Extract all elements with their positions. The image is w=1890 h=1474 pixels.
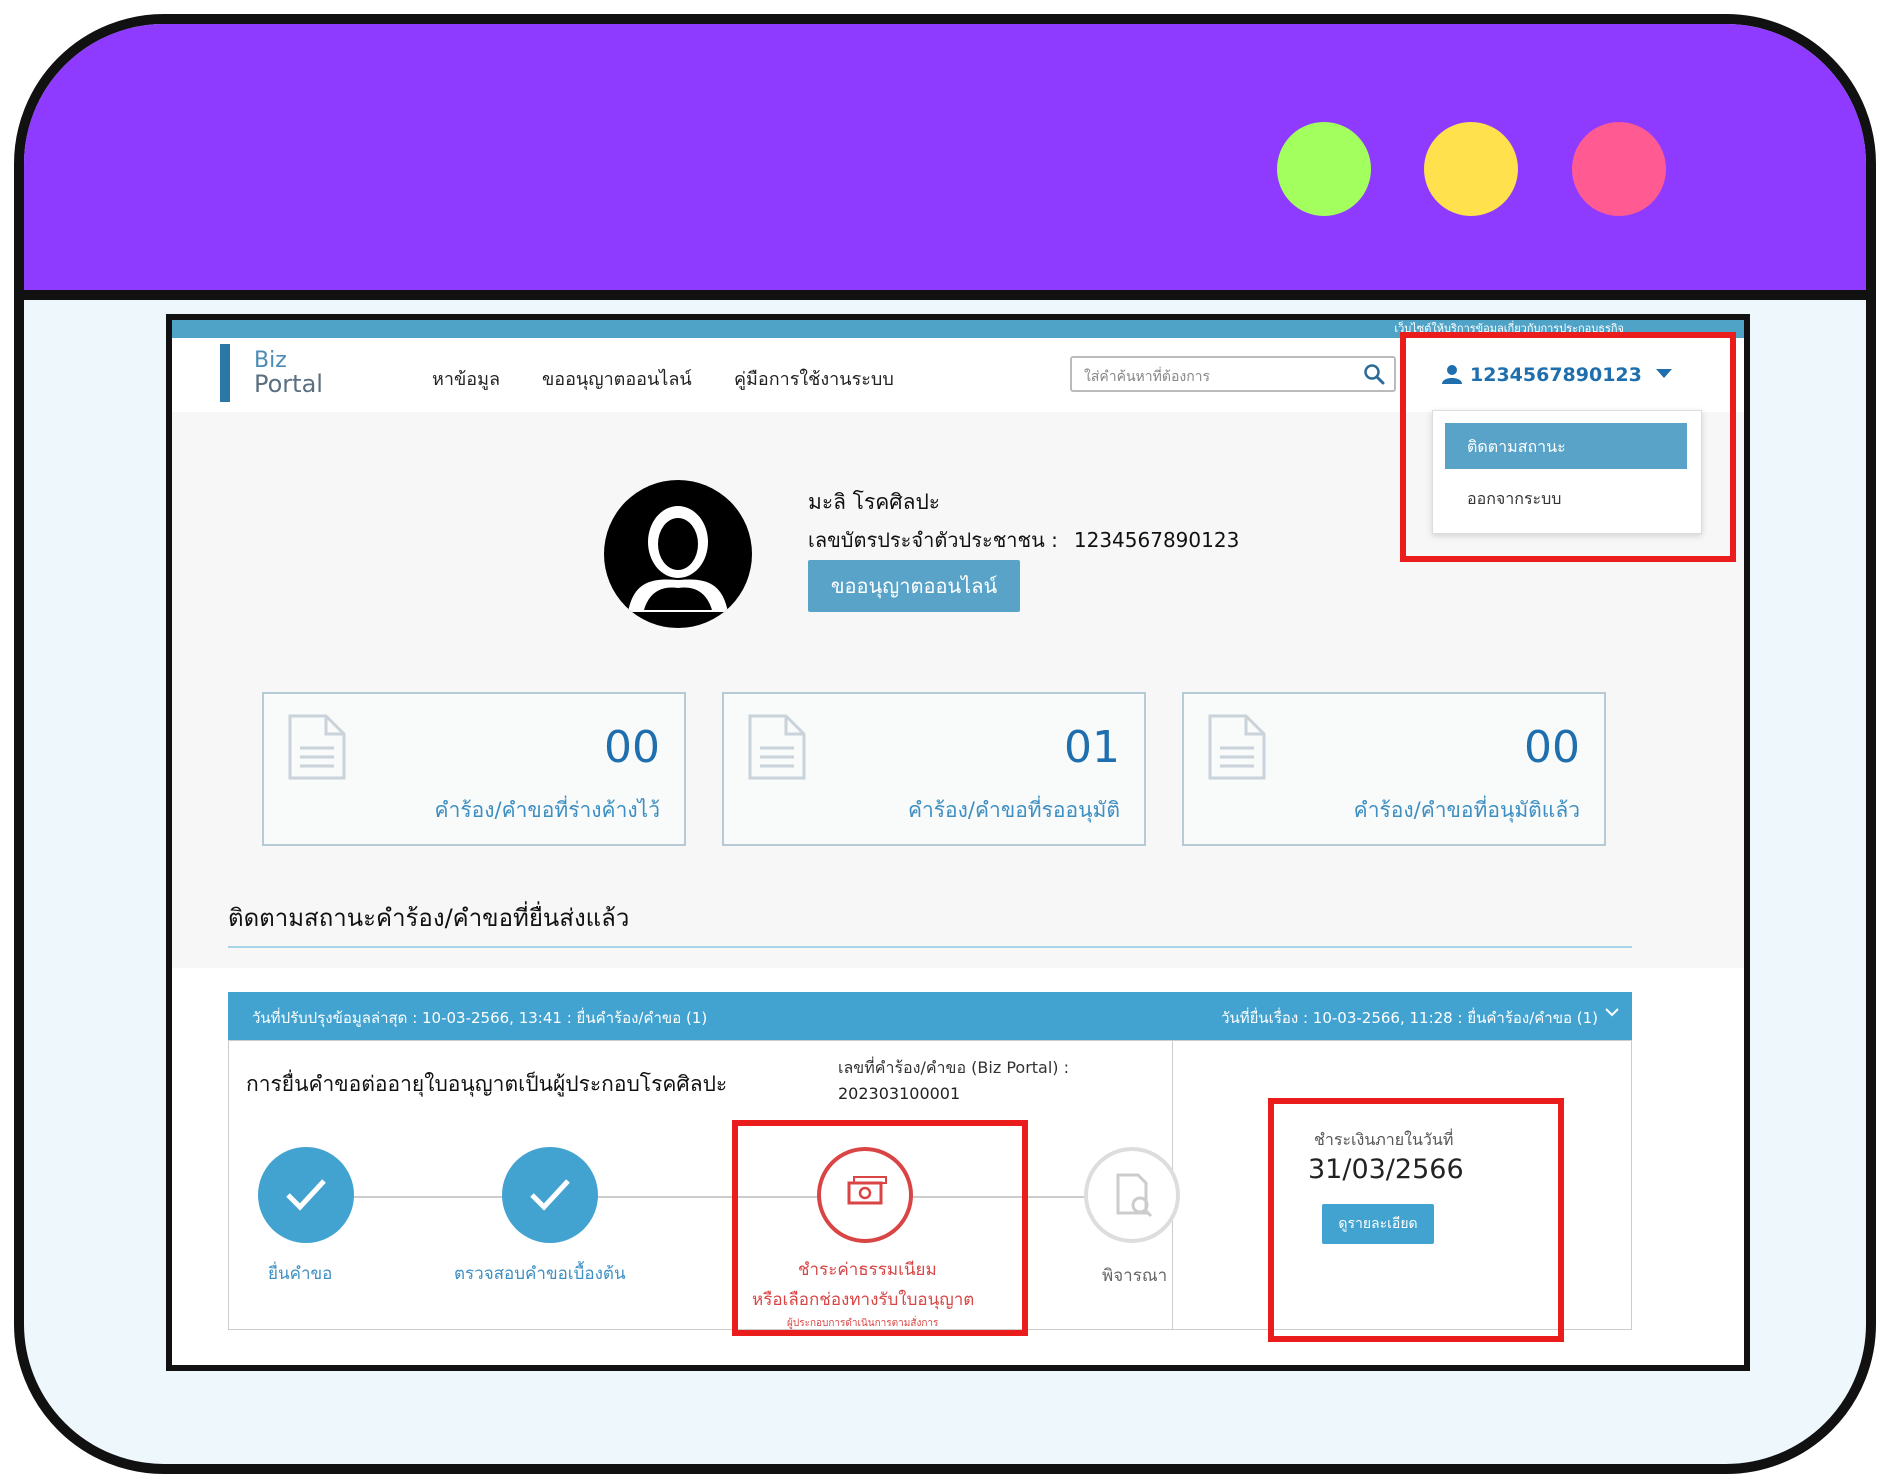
document-search-icon: [1116, 1173, 1153, 1218]
logo-text-portal: Portal: [254, 370, 323, 398]
maximize-dot[interactable]: [1277, 122, 1371, 216]
pending-count: 01: [1064, 722, 1120, 773]
document-icon: [748, 714, 806, 780]
card-drafts[interactable]: 00 คำร้อง/คำขอที่ร่างค้างไว้: [262, 692, 686, 846]
submitted-date: วันที่ยื่นเรื่อง : 10-03-2566, 11:28 : ย…: [1221, 1009, 1598, 1027]
card-approved[interactable]: 00 คำร้อง/คำขอที่อนุมัติแล้ว: [1182, 692, 1606, 846]
search-icon[interactable]: [1362, 362, 1386, 386]
step-consideration-label: พิจารณา: [1102, 1266, 1168, 1286]
pending-label: คำร้อง/คำขอที่รออนุมัติ: [907, 798, 1120, 822]
step-consideration-icon: [1084, 1147, 1180, 1243]
highlight-payment-due: [1268, 1098, 1564, 1342]
profile-name: มะลิ โรคศิลปะ: [808, 490, 941, 514]
highlight-payment-step: [732, 1120, 1028, 1336]
step-checked-label: ตรวจสอบคำขอเบื้องต้น: [454, 1264, 626, 1284]
request-header-bar[interactable]: วันที่ปรับปรุงข้อมูลล่าสุด : 10-03-2566,…: [228, 992, 1632, 1040]
avatar: [604, 480, 752, 628]
profile-id-value: 1234567890123: [1073, 528, 1240, 552]
request-number-label: เลขที่คำร้อง/คำขอ (Biz Portal) :: [838, 1058, 1070, 1077]
section-title: ติดตามสถานะคำร้อง/คำขอที่ยื่นส่งแล้ว: [228, 904, 630, 932]
chevron-down-icon[interactable]: [1604, 1004, 1620, 1020]
request-title: การยื่นคำขอต่ออายุใบอนุญาตเป็นผู้ประกอบโ…: [246, 1072, 728, 1096]
approved-label: คำร้อง/คำขอที่อนุมัติแล้ว: [1353, 798, 1580, 822]
drafts-count: 00: [604, 722, 660, 773]
nav-search-info[interactable]: หาข้อมูล: [432, 364, 500, 393]
step-submitted-label: ยื่นคำขอ: [268, 1264, 333, 1284]
profile-id-row: เลขบัตรประจำตัวประชาชน : 1234567890123: [808, 524, 1239, 556]
profile-id-label: เลขบัตรประจำตัวประชาชน :: [808, 528, 1058, 552]
highlight-user-menu: [1400, 332, 1736, 562]
step-submitted-icon: [258, 1147, 354, 1243]
window-titlebar: [24, 24, 1866, 300]
online-permit-button[interactable]: ขออนุญาตออนไลน์: [808, 560, 1020, 612]
logo-mark: [220, 344, 230, 402]
document-icon: [288, 714, 346, 780]
request-number: 202303100001: [838, 1084, 961, 1103]
step-checked-icon: [502, 1147, 598, 1243]
card-pending[interactable]: 01 คำร้อง/คำขอที่รออนุมัติ: [722, 692, 1146, 846]
section-divider: [228, 946, 1632, 948]
nav-user-manual[interactable]: คู่มือการใช้งานระบบ: [734, 364, 894, 393]
avatar-silhouette-icon: [608, 484, 748, 624]
drafts-label: คำร้อง/คำขอที่ร่างค้างไว้: [434, 798, 660, 822]
document-icon: [1208, 714, 1266, 780]
minimize-dot[interactable]: [1424, 122, 1518, 216]
approved-count: 00: [1524, 722, 1580, 773]
bizportal-logo[interactable]: Biz Portal: [220, 344, 340, 406]
search-input[interactable]: ใส่คำค้นหาที่ต้องการ: [1070, 356, 1396, 392]
last-updated: วันที่ปรับปรุงข้อมูลล่าสุด : 10-03-2566,…: [252, 1009, 708, 1027]
close-dot[interactable]: [1572, 122, 1666, 216]
search-placeholder: ใส่คำค้นหาที่ต้องการ: [1084, 369, 1211, 385]
nav-online-permit[interactable]: ขออนุญาตออนไลน์: [542, 364, 692, 393]
